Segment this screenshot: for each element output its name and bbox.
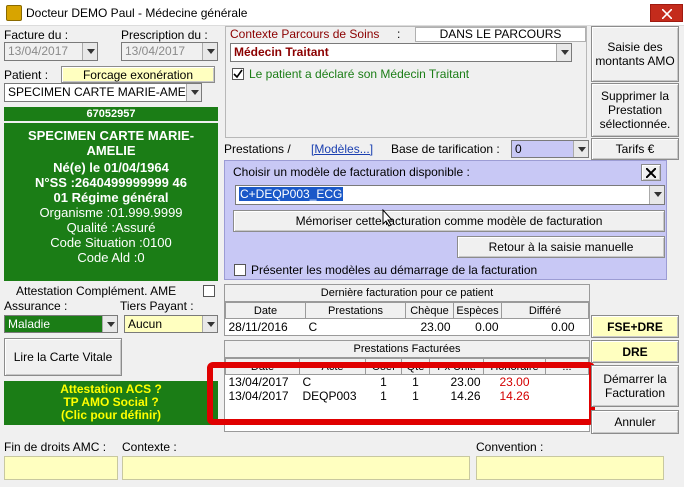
contexte-field[interactable] [122, 456, 470, 480]
modeles-link[interactable]: [Modèles...] [311, 142, 373, 156]
choose-model-label: Choisir un modèle de facturation disponi… [233, 165, 470, 179]
chevron-down-icon[interactable] [202, 43, 217, 60]
cell: 0.00 [551, 320, 575, 334]
patient-code-situation: Code Situation :0100 [50, 235, 172, 250]
patient-nss: N°SS :2640499999999 46 [35, 175, 187, 190]
close-icon [646, 167, 656, 178]
patient-regime: 01 Régime général [53, 190, 169, 205]
base-tarification-value: 0 [515, 142, 522, 156]
saisie-montants-amo-button[interactable]: Saisie des montants AMO [591, 26, 679, 82]
dre-button[interactable]: DRE [591, 340, 679, 363]
patient-select[interactable]: SPECIMEN CARTE MARIE-AMELIE [4, 83, 202, 102]
col-header: Espèces [453, 302, 502, 319]
cursor-icon [382, 209, 394, 227]
patient-name: SPECIMEN CARTE MARIE-AMELIE [27, 128, 195, 158]
chevron-down-icon[interactable] [649, 186, 664, 204]
facture-label: Facture du : [4, 28, 69, 42]
contexte-colon: : [397, 27, 401, 41]
patient-birth: Né(e) le 01/04/1964 [53, 160, 169, 175]
last-invoice-title: Dernière facturation pour ce patient [225, 285, 589, 302]
col-header: Prestations [305, 302, 406, 319]
medecin-declared-label: Le patient a déclaré son Médecin Traitan… [249, 67, 470, 81]
facture-date-field[interactable]: 13/04/2017 [4, 42, 98, 61]
close-button[interactable] [650, 4, 683, 22]
presenter-modeles-label: Présenter les modèles au démarrage de la… [251, 263, 538, 277]
tarifs-button[interactable]: Tarifs € [591, 138, 679, 160]
model-select[interactable]: C+DEQP003_ECG [235, 185, 665, 205]
title-bar: Docteur DEMO Paul - Médecine générale [0, 0, 684, 26]
cell: C [308, 320, 318, 334]
fin-droits-amc-field[interactable] [4, 456, 118, 480]
medecin-declared-checkbox[interactable] [232, 68, 244, 80]
clic-definir-line: (Clic pour définir) [61, 408, 161, 422]
memoriser-modele-button[interactable]: Mémoriser cette facturation comme modèle… [233, 210, 665, 232]
chevron-down-icon[interactable] [102, 316, 117, 332]
supprimer-prestation-button[interactable]: Supprimer la Prestation sélectionnée. [591, 83, 679, 137]
contexte-footer-label: Contexte : [122, 440, 177, 454]
convention-field[interactable] [476, 456, 664, 480]
chevron-down-icon[interactable] [202, 316, 217, 332]
checkmark-icon [233, 69, 243, 79]
dans-parcours-status: DANS LE PARCOURS [415, 27, 586, 42]
contexte-label: Contexte Parcours de Soins [230, 27, 380, 41]
close-icon [662, 9, 672, 19]
patient-select-value: SPECIMEN CARTE MARIE-AMELIE [8, 85, 202, 99]
retour-saisie-manuelle-button[interactable]: Retour à la saisie manuelle [457, 236, 665, 258]
chevron-down-icon[interactable] [186, 84, 201, 101]
annuler-button[interactable]: Annuler [591, 410, 679, 434]
fin-droits-amc-label: Fin de droits AMC : [4, 440, 107, 454]
base-tarification-label: Base de tarification : [391, 142, 500, 156]
patient-card-panel: SPECIMEN CARTE MARIE-AMELIE Né(e) le 01/… [4, 123, 218, 281]
convention-label: Convention : [476, 440, 544, 454]
patient-qualite: Qualité :Assuré [66, 220, 156, 235]
chevron-down-icon[interactable] [556, 44, 571, 61]
last-invoice-header-row: Date Prestations Chèque Espèces Différé [225, 302, 589, 319]
assurance-label: Assurance : [4, 299, 68, 313]
table-row[interactable]: 28/11/2016 C 23.00 0.00 0.00 [226, 319, 589, 336]
lire-carte-vitale-button[interactable]: Lire la Carte Vitale [4, 338, 122, 376]
app-icon [6, 5, 22, 21]
models-panel: Choisir un modèle de facturation disponi… [224, 160, 667, 280]
close-models-button[interactable] [641, 164, 661, 181]
attestation-label: Attestation Complément. AME [16, 284, 177, 298]
model-select-value: C+DEQP003_ECG [239, 187, 344, 201]
tiers-payant-select[interactable]: Aucun [124, 315, 218, 333]
cell: 23.00 [420, 320, 451, 334]
col-header: Différé [501, 302, 589, 319]
fse-dre-button[interactable]: FSE+DRE [591, 315, 679, 338]
tiers-payant-label: Tiers Payant : [120, 299, 194, 313]
facture-date-value: 13/04/2017 [8, 44, 69, 58]
forcage-exoneration-button[interactable]: Forcage exonération [61, 66, 215, 83]
patient-code-ald: Code Ald :0 [77, 250, 145, 265]
prescription-date-value: 13/04/2017 [125, 44, 186, 58]
prestations-label: Prestations / [224, 142, 291, 156]
prescription-date-field[interactable]: 13/04/2017 [121, 42, 218, 61]
patient-label: Patient : [4, 68, 49, 82]
presenter-modeles-checkbox[interactable] [234, 264, 246, 276]
chevron-down-icon[interactable] [82, 43, 97, 60]
tiers-payant-value: Aucun [128, 317, 163, 331]
assurance-value: Maladie [8, 317, 51, 331]
cell: 0.00 [475, 320, 499, 334]
prescription-label: Prescription du : [121, 28, 208, 42]
chevron-down-icon[interactable] [573, 141, 588, 157]
last-invoice-grid: Dernière facturation pour ce patient Dat… [224, 284, 590, 336]
medecin-select[interactable]: Médecin Traitant [230, 43, 572, 62]
medecin-value: Médecin Traitant [234, 45, 329, 59]
col-header: Chèque [405, 302, 454, 319]
attestation-checkbox[interactable] [203, 285, 215, 297]
window-title: Docteur DEMO Paul - Médecine générale [26, 6, 248, 20]
demarrer-facturation-button[interactable]: Démarrer la Facturation [591, 365, 679, 407]
assurance-select[interactable]: Maladie [4, 315, 118, 333]
patient-organisme: Organisme :01.999.9999 [39, 205, 183, 220]
col-header: Date [225, 302, 306, 319]
cell: 28/11/2016 [228, 320, 288, 334]
acs-panel[interactable]: Attestation ACS ? TP AMO Social ? (Clic … [4, 381, 218, 425]
base-tarification-select[interactable]: 0 [511, 140, 589, 158]
highlight-annotation [207, 362, 595, 425]
patient-number: 67052957 [4, 107, 218, 121]
billed-title: Prestations Facturées [225, 341, 589, 358]
